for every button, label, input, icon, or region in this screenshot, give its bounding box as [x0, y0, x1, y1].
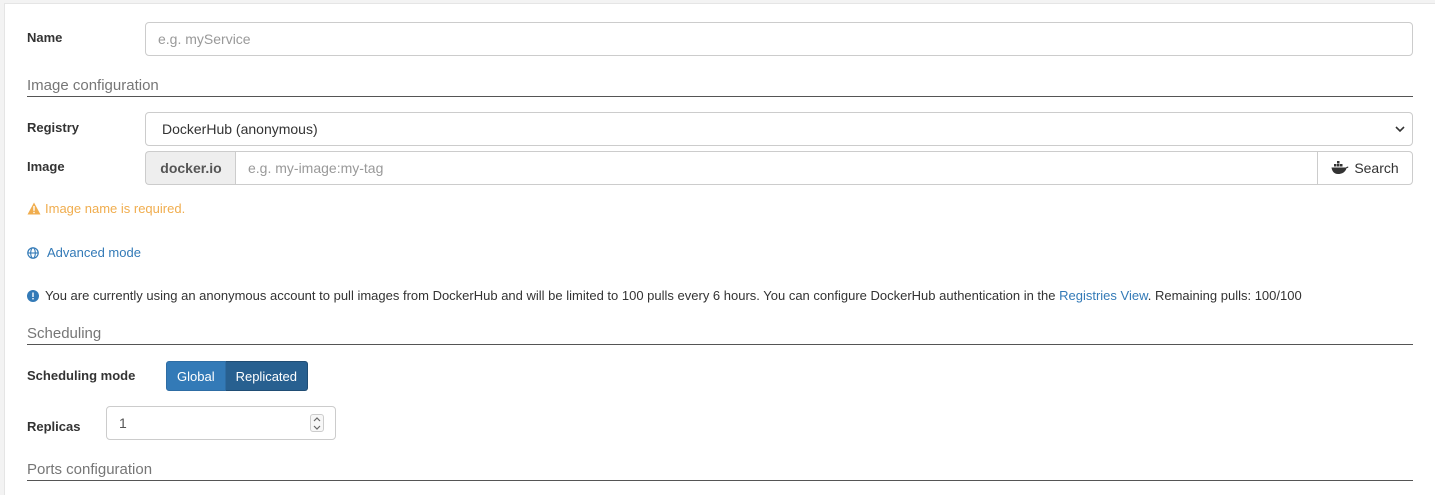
advanced-mode-link[interactable]: Advanced mode [27, 245, 141, 260]
docker-icon [1331, 161, 1349, 174]
ports-config-title: Ports configuration [27, 461, 153, 478]
registry-label: Registry [27, 120, 80, 135]
chevron-up-icon[interactable] [313, 416, 321, 422]
info-circle-icon [27, 289, 39, 302]
search-button-label: Search [1354, 160, 1399, 176]
mode-global-button[interactable]: Global [166, 361, 226, 391]
search-image-button[interactable]: Search [1317, 151, 1413, 185]
globe-icon [27, 246, 39, 259]
advanced-mode-label: Advanced mode [47, 245, 141, 260]
name-label: Name [27, 30, 63, 45]
registry-selected-value: DockerHub (anonymous) [162, 121, 318, 137]
info-text: You are currently using an anonymous acc… [45, 288, 1302, 303]
registry-select[interactable]: DockerHub (anonymous) [145, 112, 1413, 146]
image-input[interactable] [235, 151, 1318, 185]
scheduling-mode-label: Scheduling mode [27, 368, 136, 383]
image-required-warning: Image name is required. [27, 201, 185, 216]
chevron-down-icon[interactable] [313, 425, 321, 430]
replicas-input[interactable] [106, 406, 336, 440]
image-label: Image [27, 159, 65, 174]
scheduling-title: Scheduling [27, 325, 102, 342]
ports-config-divider [27, 480, 1413, 481]
replicas-stepper[interactable] [310, 414, 324, 432]
mode-replicated-button[interactable]: Replicated [225, 361, 309, 391]
registry-prefix-addon: docker.io [145, 151, 236, 185]
image-config-divider [27, 96, 1413, 97]
chevron-down-icon [1395, 126, 1405, 133]
image-config-title: Image configuration [27, 77, 159, 94]
scheduling-divider [27, 344, 1413, 345]
replicas-field [106, 406, 336, 440]
replicas-label: Replicas [27, 419, 81, 434]
scheduling-mode-toggle: Global Replicated [166, 361, 309, 391]
dockerhub-rate-limit-info: You are currently using an anonymous acc… [27, 288, 1302, 303]
warning-text: Image name is required. [45, 201, 186, 216]
warning-icon [27, 202, 41, 215]
registries-view-link[interactable]: Registries View [1059, 288, 1148, 303]
name-input[interactable] [145, 22, 1413, 56]
